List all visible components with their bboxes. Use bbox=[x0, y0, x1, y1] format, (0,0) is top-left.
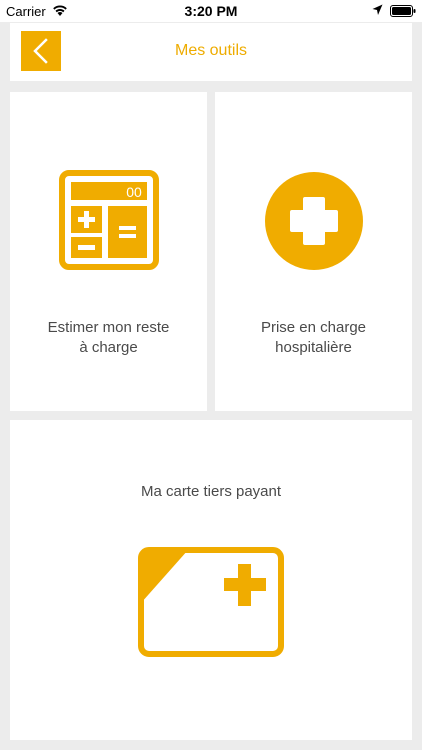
location-arrow-icon bbox=[372, 4, 383, 15]
health-card-icon bbox=[138, 547, 284, 657]
status-time: 3:20 PM bbox=[184, 3, 238, 19]
app-header: Mes outils bbox=[10, 23, 412, 81]
tile-prise-en-charge-hospitaliere[interactable]: Prise en charge hospitalière bbox=[215, 92, 412, 411]
tile-estimer-reste-a-charge[interactable]: 00 Estimer mon reste à charge bbox=[10, 92, 207, 411]
tile-label-carte: Ma carte tiers payant bbox=[140, 483, 282, 500]
page-title: Mes outils bbox=[174, 42, 248, 59]
tile-label-prise: Prise en charge hospitalière bbox=[260, 319, 367, 356]
status-bar: Carrier 3:20 PM bbox=[0, 0, 422, 22]
calculator-display-text: 00 bbox=[126, 184, 142, 200]
tile-label-estimer: Estimer mon reste à charge bbox=[47, 319, 170, 356]
calculator-icon: 00 bbox=[59, 170, 159, 270]
battery-icon bbox=[390, 5, 416, 17]
tile-carte-tiers-payant[interactable]: Ma carte tiers payant bbox=[10, 420, 412, 740]
medical-cross-icon bbox=[265, 172, 363, 270]
